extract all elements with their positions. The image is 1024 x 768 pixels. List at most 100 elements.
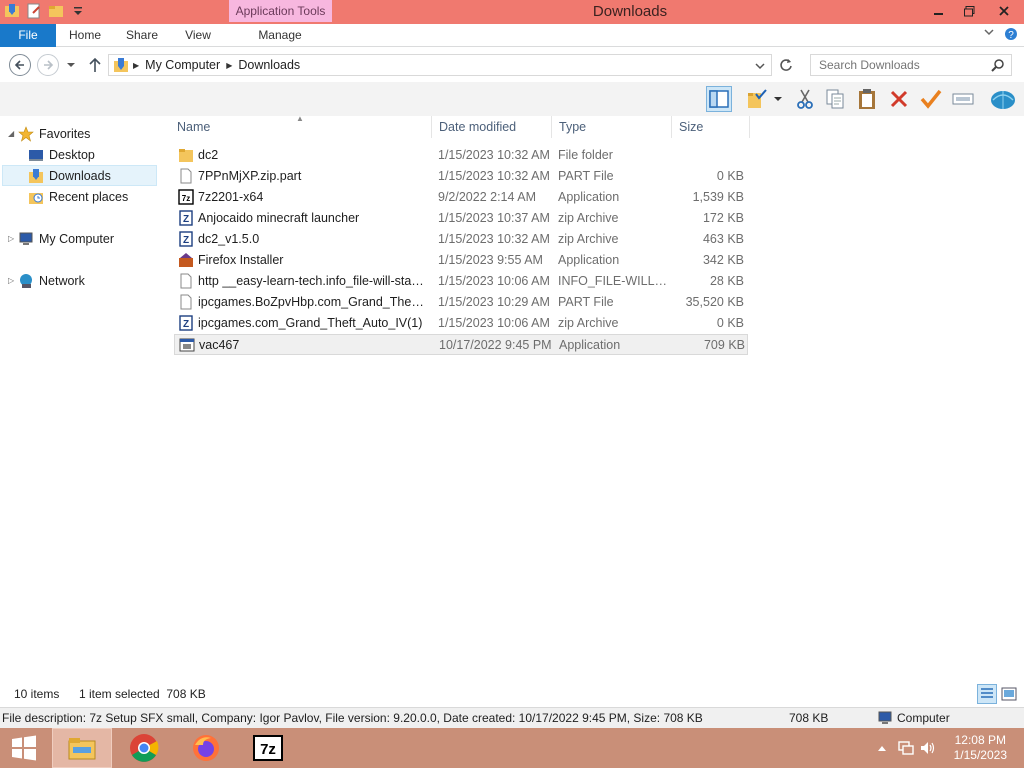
nav-desktop[interactable]: Desktop: [28, 144, 156, 165]
tab-view[interactable]: View: [176, 24, 220, 47]
collapsed-arrow-icon[interactable]: ▷: [8, 234, 18, 243]
window-folder-icon[interactable]: [4, 3, 20, 19]
file-row[interactable]: dc2 1/15/2023 10:32 AM File folder: [174, 145, 748, 166]
column-header-date-modified[interactable]: Date modified: [432, 116, 552, 138]
copy-button[interactable]: [822, 86, 848, 112]
address-bar[interactable]: ▶ My Computer ▶ Downloads: [108, 54, 772, 76]
refresh-button[interactable]: [774, 54, 798, 76]
taskbar-7zip[interactable]: 7z: [238, 728, 298, 768]
nav-network[interactable]: ▷ Network: [8, 270, 158, 291]
chevron-down-icon: [774, 97, 782, 101]
network-globe-button[interactable]: [990, 86, 1016, 112]
breadcrumb-separator[interactable]: ▶: [131, 61, 141, 70]
taskbar-chrome[interactable]: [114, 728, 174, 768]
select-all-button[interactable]: [918, 86, 944, 112]
nav-my-computer[interactable]: ▷ My Computer: [8, 228, 158, 249]
svg-text:Z: Z: [183, 319, 189, 330]
navigation-bar: ▶ My Computer ▶ Downloads: [0, 49, 1024, 81]
file-row[interactable]: http __easy-learn-tech.info_file-will-st…: [174, 271, 748, 292]
up-button[interactable]: [88, 57, 102, 76]
start-button[interactable]: [0, 728, 48, 768]
downloads-folder-icon: [114, 58, 128, 72]
command-toolbar: [0, 82, 1024, 116]
volume-icon[interactable]: [920, 740, 936, 756]
clock[interactable]: 12:08 PM 1/15/2023: [954, 733, 1007, 763]
close-icon: [999, 6, 1009, 16]
breadcrumb-separator[interactable]: ▶: [224, 61, 234, 70]
nav-favorites[interactable]: ◢ Favorites: [8, 123, 158, 144]
back-button[interactable]: [9, 54, 31, 76]
file-row[interactable]: 7PPnMjXP.zip.part 1/15/2023 10:32 AM PART …: [174, 166, 748, 187]
preview-pane-button[interactable]: [706, 86, 732, 112]
search-icon[interactable]: [991, 58, 1005, 72]
file-size: 709 KB: [703, 338, 745, 352]
file-row[interactable]: Firefox Installer 1/15/2023 9:55 AM Applic…: [174, 250, 748, 271]
file-row[interactable]: 7z 7z2201-x64 9/2/2022 2:14 AM Application 1…: [174, 187, 748, 208]
tab-share[interactable]: Share: [118, 24, 166, 47]
copy-icon: [826, 89, 844, 109]
status-bar: 10 items 1 item selected 708 KB: [0, 682, 1024, 706]
nav-recent-places[interactable]: Recent places: [28, 186, 156, 207]
taskbar-file-explorer[interactable]: [52, 728, 112, 768]
new-folder-icon[interactable]: [48, 3, 64, 19]
item-count: 10 items: [14, 687, 60, 701]
file-date-modified: 1/15/2023 10:29 AM: [438, 295, 550, 309]
windows-logo-icon: [12, 735, 36, 761]
clipboard-icon: [859, 89, 875, 109]
properties-icon[interactable]: [26, 3, 42, 19]
chevron-down-icon: [67, 63, 75, 67]
network-status-icon[interactable]: [898, 740, 914, 756]
column-header-type[interactable]: Type: [552, 116, 672, 138]
file-date-modified: 1/15/2023 9:55 AM: [438, 253, 543, 267]
file-row[interactable]: Zdc2_v1.5.0 1/15/2023 10:32 AM zip Archive…: [174, 229, 748, 250]
taskbar-firefox[interactable]: [176, 728, 236, 768]
tab-file[interactable]: File: [0, 24, 56, 47]
paste-button[interactable]: [854, 86, 880, 112]
file-type: INFO_FILE-WILL-S...: [558, 274, 670, 288]
column-header-name[interactable]: Name: [170, 116, 432, 138]
rename-button[interactable]: [950, 86, 976, 112]
window-title: Downloads: [592, 3, 668, 20]
folder-options-dropdown[interactable]: [770, 86, 786, 112]
preview-pane-icon: [709, 90, 729, 108]
large-icons-view-button[interactable]: [999, 684, 1019, 704]
show-hidden-icons-icon[interactable]: [878, 745, 886, 751]
address-history-chevron-icon[interactable]: [755, 61, 765, 71]
restore-button[interactable]: [954, 0, 984, 22]
select-folder-button[interactable]: [744, 86, 770, 112]
file-name: ipcgames.BoZpvHbp.com_Grand_Theft_...: [198, 295, 424, 309]
expanded-arrow-icon[interactable]: ◢: [8, 129, 18, 138]
file-row[interactable]: ipcgames.BoZpvHbp.com_Grand_Theft_... 1/1…: [174, 292, 748, 313]
tab-home[interactable]: Home: [62, 24, 108, 47]
tab-manage[interactable]: Manage: [240, 24, 320, 47]
downloads-folder-icon: [29, 168, 43, 183]
minimize-button[interactable]: [924, 0, 954, 22]
file-row[interactable]: vac467 10/17/2022 9:45 PM Application 709 K…: [174, 334, 748, 355]
search-box[interactable]: [810, 54, 1012, 76]
expand-ribbon-icon[interactable]: [984, 27, 994, 37]
file-size: 342 KB: [702, 253, 744, 267]
refresh-icon: [780, 59, 792, 71]
recent-locations-button[interactable]: [66, 59, 76, 73]
breadcrumb-my-computer[interactable]: My Computer: [141, 58, 224, 72]
customize-qat-icon[interactable]: [70, 3, 86, 19]
collapsed-arrow-icon[interactable]: ▷: [8, 276, 18, 285]
search-input[interactable]: [819, 58, 987, 72]
nav-downloads[interactable]: Downloads: [2, 165, 157, 186]
globe-icon: [991, 91, 1015, 109]
thumbnail-view-icon: [1001, 687, 1017, 701]
forward-button[interactable]: [37, 54, 59, 76]
details-view-button[interactable]: [977, 684, 997, 704]
folder-check-icon: [748, 89, 767, 108]
column-header-size[interactable]: Size: [672, 116, 750, 138]
delete-button[interactable]: [886, 86, 912, 112]
breadcrumb-downloads[interactable]: Downloads: [234, 58, 304, 72]
desktop-icon: [29, 149, 43, 161]
nav-favorites-label: Favorites: [39, 126, 91, 141]
cut-button[interactable]: [792, 86, 818, 112]
file-type: zip Archive: [558, 316, 619, 330]
file-row[interactable]: Zipcgames.com_Grand_Theft_Auto_IV(1) 1/15…: [174, 313, 748, 334]
close-button[interactable]: [984, 0, 1024, 22]
file-row[interactable]: Z Anjocaido minecraft launcher 1/15/2023 1…: [174, 208, 748, 229]
help-icon[interactable]: ?: [1004, 27, 1018, 41]
